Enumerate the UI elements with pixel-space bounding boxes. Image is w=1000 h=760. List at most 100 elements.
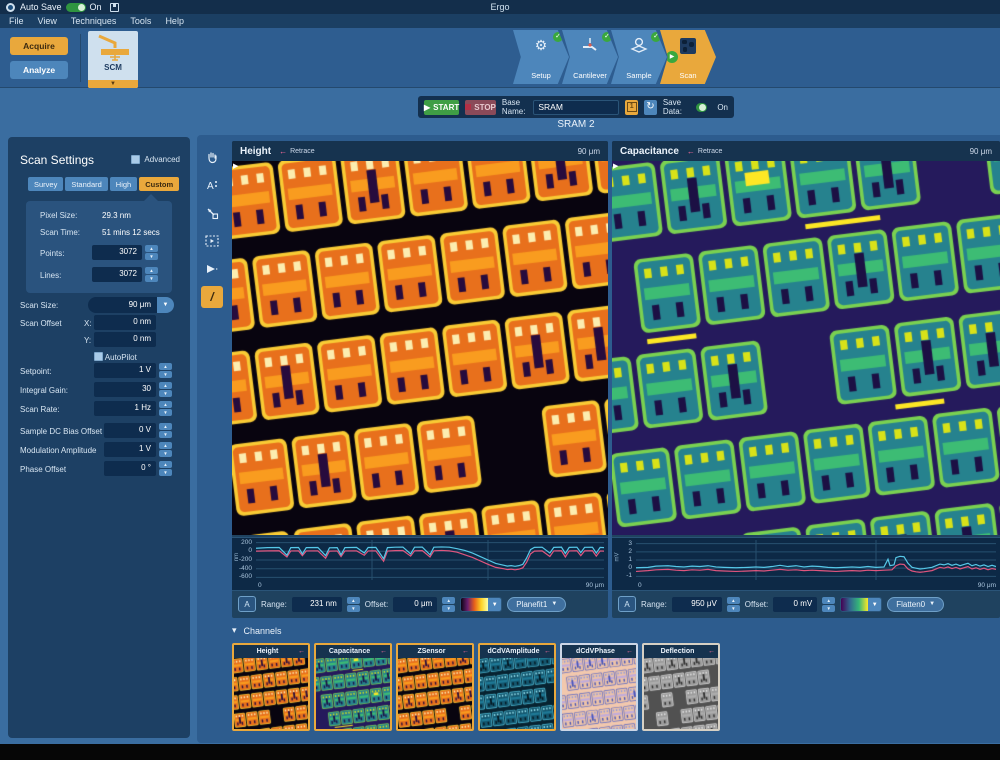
autosave-toggle[interactable]: [66, 3, 86, 12]
x-axis-min: 0: [258, 582, 262, 589]
autopilot-checkbox[interactable]: [94, 352, 103, 361]
save-data-label: Save Data:: [663, 98, 686, 116]
menu-techniques[interactable]: Techniques: [71, 16, 117, 26]
menu-view[interactable]: View: [38, 16, 57, 26]
menu-file[interactable]: File: [9, 16, 24, 26]
header: Acquire Analyze SCM ▼ ⚙ ✓ Setup ✓: [0, 28, 1000, 88]
panel-title: Scan Settings: [20, 153, 94, 167]
advanced-checkbox[interactable]: [131, 155, 140, 164]
offset-y-field[interactable]: 0 nm: [94, 332, 156, 347]
annotate-tool-button[interactable]: A: [201, 174, 223, 196]
pixel-size-label: Pixel Size:: [40, 211, 77, 220]
scan-rate-field[interactable]: 1 Hz: [94, 401, 156, 416]
channel-thumb-height[interactable]: Height ←: [232, 643, 310, 731]
range-field[interactable]: 231 nm: [292, 597, 342, 612]
thumb-image: [644, 658, 718, 729]
play-badge-icon: ▶: [666, 51, 678, 63]
workflow-step-cantilever[interactable]: ✓ Cantilever: [562, 30, 618, 84]
capacitance-image[interactable]: [612, 161, 1000, 535]
save-data-toggle[interactable]: [696, 103, 708, 112]
mode-dropdown[interactable]: ▼: [88, 80, 138, 88]
range-stepper[interactable]: ▲▼: [727, 597, 740, 612]
region-tool-button[interactable]: [201, 230, 223, 252]
colormap-dropdown[interactable]: ▼: [460, 597, 502, 612]
scan-rate-stepper[interactable]: ▲▼: [159, 401, 172, 416]
chevron-down-icon: ▼: [157, 297, 174, 313]
scan-size-dropdown[interactable]: 90 μm▼: [88, 297, 174, 313]
line-profile-tool-button[interactable]: /: [201, 286, 223, 308]
thumb-header: dCdVAmplitude ←: [480, 645, 554, 658]
workflow-steps: ⚙ ✓ Setup ✓ Cantilever ✓ Sample: [520, 30, 716, 84]
continuous-scan-button[interactable]: ↻: [644, 100, 657, 115]
capacitance-profile-chart[interactable]: mV 3210-1 0 90 μm: [612, 537, 1000, 591]
pointer-tool-button[interactable]: [201, 258, 223, 280]
channel-thumb-zsensor[interactable]: ZSensor ←: [396, 643, 474, 731]
start-button[interactable]: ▶START: [424, 100, 459, 115]
tab-standard[interactable]: Standard: [65, 177, 107, 191]
custom-settings-subpanel: Pixel Size: 29.3 nm Scan Time: 51 mins 1…: [26, 201, 172, 293]
offset-field[interactable]: 0 mV: [773, 597, 817, 612]
sample-dc-bias-field[interactable]: 0 V: [104, 423, 156, 438]
trace-direction[interactable]: ←Retrace: [279, 147, 315, 156]
range-stepper[interactable]: ▲▼: [347, 597, 360, 612]
lines-field[interactable]: 3072: [92, 267, 142, 282]
offset-field[interactable]: 0 μm: [393, 597, 437, 612]
stop-icon: [465, 104, 471, 110]
sample-dc-bias-stepper[interactable]: ▲▼: [159, 423, 172, 438]
tab-custom[interactable]: Custom: [139, 177, 179, 191]
points-field[interactable]: 3072: [92, 245, 142, 260]
modulation-amplitude-stepper[interactable]: ▲▼: [159, 442, 172, 457]
points-label: Points:: [40, 249, 64, 258]
points-stepper[interactable]: ▲▼: [145, 245, 158, 260]
retrace-arrow-icon: ←: [298, 648, 305, 655]
workflow-step-setup[interactable]: ⚙ ✓ Setup: [513, 30, 569, 84]
setpoint-stepper[interactable]: ▲▼: [159, 363, 172, 378]
setpoint-field[interactable]: 1 V: [94, 363, 156, 378]
channel-thumb-dcdvphase[interactable]: dCdVPhase ←: [560, 643, 638, 731]
scan-name-title: SRAM 2: [418, 119, 734, 130]
integral-gain-label: Integral Gain:: [20, 386, 68, 395]
autoscale-button[interactable]: A: [618, 596, 636, 612]
mode-card-scm[interactable]: SCM ▼: [88, 31, 138, 88]
workflow-step-sample[interactable]: ✓ Sample: [611, 30, 667, 84]
phase-offset-stepper[interactable]: ▲▼: [159, 461, 172, 476]
channels-header[interactable]: ▾ Channels: [232, 625, 1000, 636]
menu-help[interactable]: Help: [165, 16, 184, 26]
pan-tool-button[interactable]: [201, 146, 223, 168]
workflow-step-scan[interactable]: ▶ Scan: [660, 30, 716, 84]
scan-offset-label: Scan Offset: [20, 319, 62, 328]
planefit-dropdown[interactable]: Planefit1▼: [507, 597, 566, 612]
trace-direction[interactable]: ←Retrace: [687, 147, 723, 156]
annotation-icon: A: [205, 179, 219, 191]
select-tool-button[interactable]: [201, 202, 223, 224]
stop-button[interactable]: STOP: [465, 100, 496, 115]
tab-high[interactable]: High: [110, 177, 137, 191]
flatten-dropdown[interactable]: Flatten0▼: [887, 597, 944, 612]
analyze-button[interactable]: Analyze: [10, 61, 68, 79]
tab-survey[interactable]: Survey: [28, 177, 63, 191]
capacitance-panel: Capacitance ←Retrace 90 μm ▶ mV 3210-1 0…: [612, 141, 1000, 618]
menu-tools[interactable]: Tools: [130, 16, 151, 26]
channel-thumb-capacitance[interactable]: Capacitance ←: [314, 643, 392, 731]
height-image[interactable]: [232, 161, 608, 535]
save-icon[interactable]: [110, 3, 119, 12]
range-field[interactable]: 950 μV: [672, 597, 722, 612]
phase-offset-field[interactable]: 0 °: [104, 461, 156, 476]
height-profile-chart[interactable]: nm 2000-200-400-600 0 90 μm: [232, 537, 608, 591]
offset-stepper[interactable]: ▲▼: [822, 597, 835, 612]
base-name-input[interactable]: [533, 100, 619, 115]
integral-gain-field[interactable]: 30: [94, 382, 156, 397]
lines-stepper[interactable]: ▲▼: [145, 267, 158, 282]
offset-stepper[interactable]: ▲▼: [442, 597, 455, 612]
viridis-colormap-icon: [841, 598, 868, 611]
channel-thumb-dcdvamplitude[interactable]: dCdVAmplitude ←: [478, 643, 556, 731]
channel-thumb-deflection[interactable]: Deflection ←: [642, 643, 720, 731]
modulation-amplitude-field[interactable]: 1 V: [104, 442, 156, 457]
frame-count-button[interactable]: 1: [625, 100, 638, 115]
setpoint-label: Setpoint:: [20, 367, 52, 376]
offset-x-field[interactable]: 0 nm: [94, 315, 156, 330]
colormap-dropdown[interactable]: ▼: [840, 597, 882, 612]
autoscale-button[interactable]: A: [238, 596, 256, 612]
integral-gain-stepper[interactable]: ▲▼: [159, 382, 172, 397]
acquire-button[interactable]: Acquire: [10, 37, 68, 55]
